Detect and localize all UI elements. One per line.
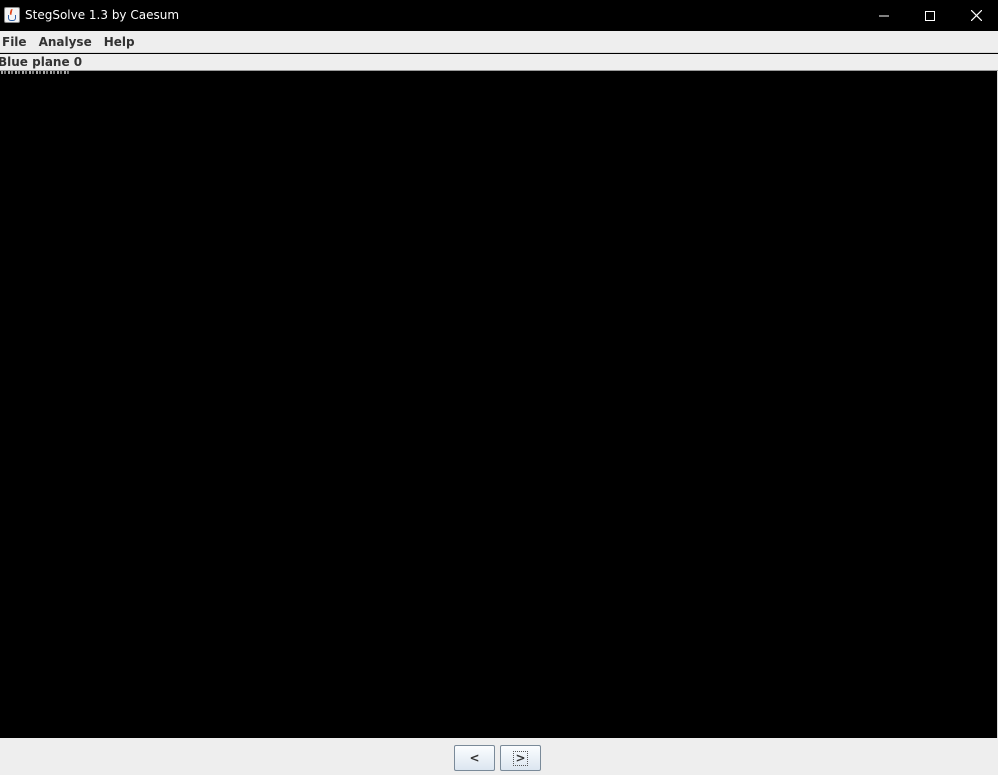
next-label: > [513, 750, 528, 766]
window-title: StegSolve 1.3 by Caesum [25, 8, 180, 22]
close-icon [970, 10, 982, 21]
next-plane-button[interactable]: > [500, 745, 541, 771]
minimize-icon [879, 15, 889, 16]
maximize-icon [925, 10, 935, 21]
plane-status-bar: Blue plane 0 [0, 54, 998, 71]
menu-help[interactable]: Help [98, 31, 141, 53]
menu-analyse[interactable]: Analyse [33, 31, 98, 53]
menu-file[interactable]: File [0, 31, 33, 53]
image-pixels [1, 71, 69, 74]
previous-label: < [469, 751, 480, 765]
image-viewer[interactable] [0, 71, 997, 738]
previous-plane-button[interactable]: < [454, 745, 495, 771]
minimize-button[interactable] [861, 0, 907, 31]
plane-label: Blue plane 0 [0, 55, 83, 69]
title-bar[interactable]: StegSolve 1.3 by Caesum [0, 0, 998, 31]
maximize-button[interactable] [907, 0, 953, 31]
navigation-bar: < > [0, 738, 998, 775]
menu-bar: File Analyse Help [0, 31, 998, 53]
close-button[interactable] [953, 0, 998, 31]
stegsolve-window: StegSolve 1.3 by Caesum File Analyse Hel… [0, 0, 998, 775]
java-cup-icon [4, 7, 20, 23]
